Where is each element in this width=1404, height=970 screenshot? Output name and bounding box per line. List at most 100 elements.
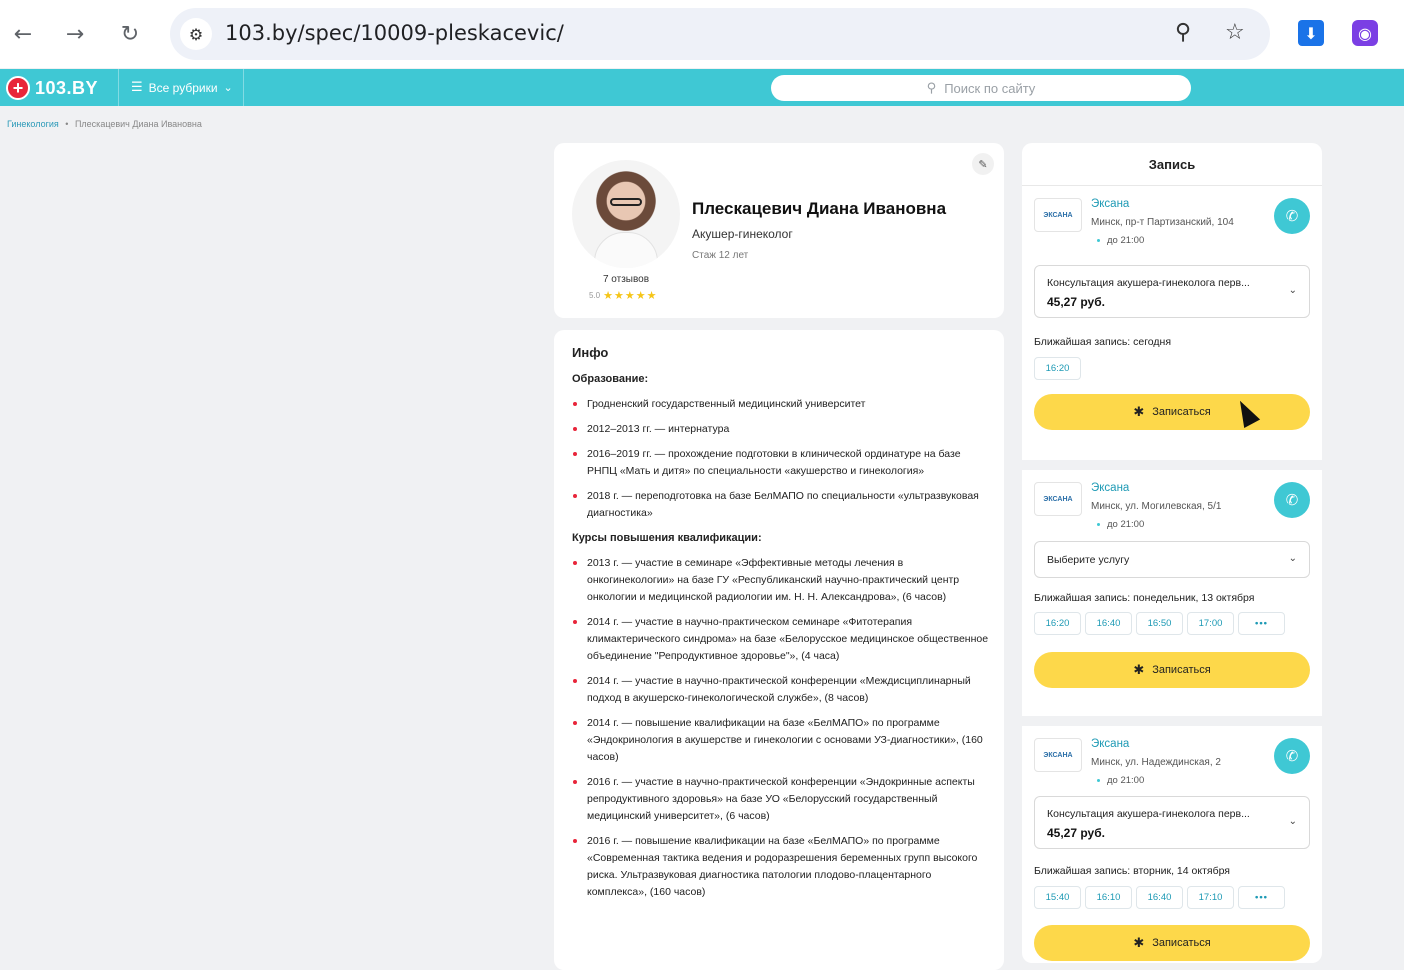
service-name: Консультация акушера-гинеколога перв... — [1047, 808, 1250, 820]
phone-icon[interactable]: ✆ — [1274, 198, 1310, 234]
doctor-profile-card: 7 отзывов 5.0 ★★★★★ ✎ Плескацевич Диана … — [554, 143, 1004, 318]
book-button[interactable]: ✱ Записаться — [1034, 394, 1310, 430]
service-select[interactable]: Консультация акушера-гинеколога перв... … — [1034, 796, 1310, 849]
reviews-count-link[interactable]: 7 отзывов — [572, 274, 680, 285]
site-settings-icon[interactable]: ⚙ — [180, 18, 212, 50]
courses-list: 2013 г. — участие в семинаре «Эффективны… — [572, 555, 990, 901]
clinic-name-link[interactable]: Эксана — [1091, 198, 1129, 210]
extension-icon[interactable]: ◉ — [1352, 20, 1378, 46]
list-item: 2018 г. — переподготовка на базе БелМАПО… — [572, 488, 990, 522]
more-slots-button[interactable]: ••• — [1238, 612, 1285, 635]
more-slots-button[interactable]: ••• — [1238, 886, 1285, 909]
chevron-down-icon: ⌄ — [1288, 285, 1297, 296]
url-text[interactable]: 103.by/spec/10009-pleskacevic/ — [225, 21, 564, 45]
time-slots: 16:20 16:40 16:50 17:00 ••• — [1034, 612, 1285, 635]
header-divider — [243, 69, 244, 106]
booking-title: Запись — [1148, 157, 1196, 172]
download-icon[interactable]: ⬇ — [1298, 20, 1324, 46]
site-header: + 103.BY ☰ Все рубрики ⌄ ⚲ Поиск по сайт… — [0, 69, 1404, 106]
chevron-down-icon: ⌄ — [223, 81, 233, 94]
lightning-icon: ✱ — [1133, 935, 1145, 951]
booking-panel: Запись ЭКСАНА Эксана Минск, пр-т Партиза… — [1022, 143, 1322, 963]
clinic-hours: до 21:00 — [1096, 775, 1145, 786]
clinic-hours: до 21:00 — [1096, 519, 1145, 530]
forward-icon[interactable]: → — [60, 19, 90, 49]
avatar-body-shape — [594, 232, 658, 268]
info-body: Образование: Гродненский государственный… — [572, 373, 990, 911]
list-item: Гродненский государственный медицинский … — [572, 396, 990, 413]
clinic-hours: до 21:00 — [1096, 235, 1145, 246]
phone-icon[interactable]: ✆ — [1274, 738, 1310, 774]
service-name: Консультация акушера-гинеколога перв... — [1047, 277, 1250, 289]
phone-icon[interactable]: ✆ — [1274, 482, 1310, 518]
menu-icon: ☰ — [131, 80, 143, 95]
site-search-input[interactable]: ⚲ Поиск по сайту — [771, 75, 1191, 101]
time-slot[interactable]: 16:50 — [1136, 612, 1183, 635]
star-rating-icon: ★★★★★ — [603, 289, 658, 302]
site-logo[interactable]: + 103.BY — [6, 76, 98, 100]
time-slot[interactable]: 16:20 — [1034, 612, 1081, 635]
breadcrumb: Гинекология • Плескацевич Диана Ивановна — [7, 119, 202, 129]
clinic-name-link[interactable]: Эксана — [1091, 738, 1129, 750]
info-title: Инфо — [572, 345, 609, 360]
time-slots: 16:20 — [1034, 357, 1081, 380]
book-button-label: Записаться — [1152, 937, 1211, 949]
rubrics-label: Все рубрики — [148, 80, 218, 95]
doctor-name: Плескацевич Диана Ивановна — [692, 199, 947, 218]
list-item: 2014 г. — участие в научно-практической … — [572, 673, 990, 707]
branch-card: ЭКСАНА Эксана Минск, ул. Могилевская, 5/… — [1022, 460, 1322, 705]
lightning-icon: ✱ — [1133, 662, 1145, 678]
service-select[interactable]: Выберите услугу ⌄ — [1034, 541, 1310, 578]
book-button[interactable]: ✱ Записаться — [1034, 652, 1310, 688]
time-slots: 15:40 16:10 16:40 17:10 ••• — [1034, 886, 1285, 909]
browser-toolbar: ← → ↻ ⚙ 103.by/spec/10009-pleskacevic/ ⚲… — [0, 0, 1404, 68]
breadcrumb-separator: • — [65, 119, 69, 129]
clinic-address: Минск, ул. Надеждинская, 2 — [1091, 757, 1221, 768]
list-item: 2016 г. — повышение квалификации на базе… — [572, 833, 990, 901]
doctor-specialty: Акушер-гинеколог — [692, 227, 793, 241]
logo-text: 103.BY — [35, 77, 99, 98]
header-divider — [118, 69, 119, 106]
doctor-avatar — [572, 160, 680, 268]
time-slot[interactable]: 16:40 — [1136, 886, 1183, 909]
book-button[interactable]: ✱ Записаться — [1034, 925, 1310, 961]
reload-icon[interactable]: ↻ — [115, 19, 145, 49]
branch-card: ЭКСАНА Эксана Минск, ул. Надеждинская, 2… — [1022, 716, 1322, 963]
book-button-label: Записаться — [1152, 406, 1211, 418]
book-button-label: Записаться — [1152, 664, 1211, 676]
info-card: Инфо Образование: Гродненский государств… — [554, 330, 1004, 970]
clinic-logo[interactable]: ЭКСАНА — [1034, 482, 1082, 516]
service-price: 45,27 руб. — [1047, 826, 1105, 840]
nearest-appointment: Ближайшая запись: понедельник, 13 октябр… — [1034, 592, 1255, 604]
clinic-name-link[interactable]: Эксана — [1091, 482, 1129, 494]
chevron-down-icon: ⌄ — [1288, 816, 1297, 827]
clinic-logo[interactable]: ЭКСАНА — [1034, 738, 1082, 772]
time-slot[interactable]: 17:10 — [1187, 886, 1234, 909]
doctor-experience: Стаж 12 лет — [692, 250, 749, 261]
list-item: 2012–2013 гг. — интернатура — [572, 421, 990, 438]
service-placeholder: Выберите услугу — [1047, 554, 1130, 566]
nearest-appointment: Ближайшая запись: сегодня — [1034, 336, 1172, 348]
time-slot[interactable]: 17:00 — [1187, 612, 1234, 635]
back-icon[interactable]: ← — [8, 19, 38, 49]
all-rubrics-menu[interactable]: ☰ Все рубрики ⌄ — [131, 80, 233, 95]
bookmark-star-icon[interactable]: ☆ — [1225, 20, 1245, 45]
time-slot[interactable]: 16:40 — [1085, 612, 1132, 635]
clinic-logo[interactable]: ЭКСАНА — [1034, 198, 1082, 232]
service-select[interactable]: Консультация акушера-гинеколога перв... … — [1034, 265, 1310, 318]
breadcrumb-item-gynecology[interactable]: Гинекология — [7, 119, 59, 129]
edit-icon[interactable]: ✎ — [972, 153, 994, 175]
zoom-icon[interactable]: ⚲ — [1175, 20, 1191, 45]
time-slot[interactable]: 15:40 — [1034, 886, 1081, 909]
list-item: 2016–2019 гг. — прохождение подготовки в… — [572, 446, 990, 480]
list-item: 2014 г. — повышение квалификации на базе… — [572, 715, 990, 766]
avatar-glasses-shape — [610, 198, 642, 206]
time-slot[interactable]: 16:20 — [1034, 357, 1081, 380]
service-price: 45,27 руб. — [1047, 295, 1105, 309]
search-icon: ⚲ — [926, 80, 937, 96]
lightning-icon: ✱ — [1133, 404, 1145, 420]
time-slot[interactable]: 16:10 — [1085, 886, 1132, 909]
nearest-appointment: Ближайшая запись: вторник, 14 октября — [1034, 865, 1230, 877]
address-bar[interactable]: ⚙ 103.by/spec/10009-pleskacevic/ ⚲ ☆ — [170, 8, 1270, 60]
clinic-address: Минск, пр-т Партизанский, 104 — [1091, 217, 1234, 228]
